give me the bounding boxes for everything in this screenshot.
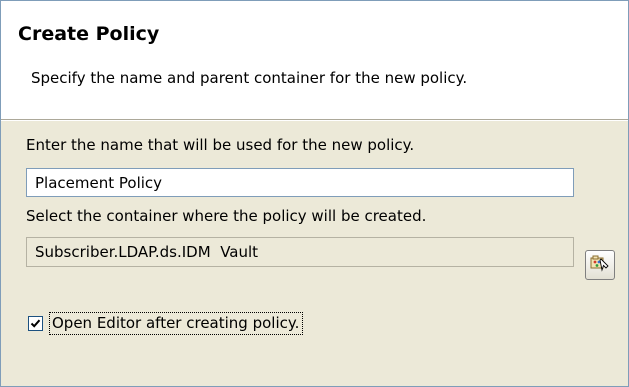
checkmark-icon [30,319,41,328]
policy-name-input[interactable] [26,168,574,197]
page-description: Specify the name and parent container fo… [31,69,468,87]
open-editor-checkbox[interactable] [28,315,43,331]
open-editor-label[interactable]: Open Editor after creating policy. [49,311,304,335]
page-title: Create Policy [18,23,160,45]
container-input[interactable] [26,237,574,267]
container-browse-icon [590,253,610,277]
create-policy-dialog: Create Policy Specify the name and paren… [0,0,629,387]
policy-name-label: Enter the name that will be used for the… [26,136,415,154]
open-editor-option[interactable]: Open Editor after creating policy. [28,311,304,335]
wizard-body: Enter the name that will be used for the… [1,121,628,386]
container-label: Select the container where the policy wi… [26,207,427,225]
wizard-header: Create Policy Specify the name and paren… [1,1,628,119]
browse-container-button[interactable] [585,250,615,280]
